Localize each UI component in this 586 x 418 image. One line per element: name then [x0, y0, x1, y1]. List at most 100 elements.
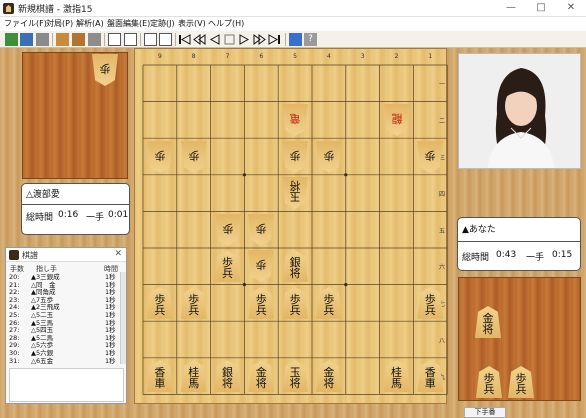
- shogi-piece[interactable]: 銀将: [282, 250, 309, 283]
- shogi-piece[interactable]: 金将: [475, 306, 501, 338]
- forward-ten-icon[interactable]: [253, 33, 266, 46]
- board-grid-icon[interactable]: [144, 33, 157, 46]
- shogi-piece[interactable]: 玉将: [282, 177, 308, 209]
- shogi-piece[interactable]: 歩兵: [248, 286, 275, 319]
- rank-label: 八: [438, 337, 445, 345]
- shogi-piece[interactable]: 歩兵: [214, 250, 241, 283]
- board-icon[interactable]: [56, 33, 69, 46]
- shogi-piece[interactable]: 歩兵: [476, 366, 502, 398]
- shogi-piece[interactable]: 歩: [181, 141, 207, 173]
- sente-player-panel: ▲あなた 総時間 0:43 一手 0:15: [457, 217, 581, 271]
- file-label: 6: [259, 53, 264, 60]
- status-button[interactable]: 下手番: [464, 407, 506, 418]
- sente-player-name: ▲あなた: [462, 225, 496, 235]
- shogi-piece[interactable]: 歩兵: [417, 286, 444, 319]
- menu-help[interactable]: ヘルプ(H): [208, 18, 244, 29]
- piece-char: 兵: [323, 303, 335, 317]
- save-file-icon[interactable]: [20, 33, 33, 46]
- book-alt-icon[interactable]: [124, 33, 137, 46]
- kifu-title-bar: 棋譜 ✕: [6, 248, 126, 262]
- menu-joseki[interactable]: 定跡(J): [150, 18, 175, 29]
- shogi-piece[interactable]: 金将: [315, 360, 342, 393]
- piece-char: 歩: [188, 148, 200, 162]
- shogi-piece[interactable]: 歩: [248, 214, 274, 246]
- book-icon[interactable]: [108, 33, 121, 46]
- menu-view[interactable]: 表示(V): [178, 18, 206, 29]
- piece-char: 兵: [424, 303, 436, 317]
- piece-char: 車: [154, 377, 166, 391]
- menu-file[interactable]: ファイル(F): [4, 18, 47, 29]
- panel-divider: [22, 204, 129, 205]
- shogi-piece[interactable]: 歩: [92, 54, 118, 86]
- sente-time-move: 0:15: [552, 250, 573, 260]
- shogi-piece[interactable]: 歩: [248, 250, 274, 282]
- board-grid-alt-icon[interactable]: [159, 33, 172, 46]
- file-label: 8: [191, 53, 196, 60]
- comment-box[interactable]: [9, 368, 124, 402]
- shogi-piece[interactable]: 歩兵: [508, 366, 534, 398]
- piece-char: 竜: [289, 111, 301, 125]
- close-button[interactable]: ✕: [556, 0, 586, 16]
- shogi-piece[interactable]: 桂馬: [180, 360, 207, 393]
- forward-one-icon[interactable]: [238, 33, 251, 46]
- back-ten-icon[interactable]: [193, 33, 206, 46]
- gray-square-icon[interactable]: [88, 33, 101, 46]
- back-one-icon[interactable]: [208, 33, 221, 46]
- menu-play[interactable]: 対局(P): [46, 18, 73, 29]
- shogi-piece[interactable]: 竜: [282, 104, 308, 136]
- kifu-time: 1秒: [105, 356, 116, 365]
- shogi-piece[interactable]: 歩兵: [146, 286, 173, 319]
- shogi-piece[interactable]: 歩: [282, 141, 308, 173]
- shogi-piece[interactable]: 歩: [215, 214, 241, 246]
- kifu-row[interactable]: 31: △6五金 1秒: [9, 357, 119, 365]
- shogi-piece[interactable]: 歩: [316, 141, 342, 173]
- rank-label: 六: [438, 264, 445, 272]
- maximize-button[interactable]: □: [526, 0, 556, 16]
- shogi-piece[interactable]: 歩兵: [282, 286, 309, 319]
- shogi-piece[interactable]: 銀将: [214, 360, 241, 393]
- pause-icon[interactable]: [223, 33, 236, 46]
- piece-char: 将: [289, 179, 301, 193]
- piece-char: 兵: [188, 303, 200, 317]
- shogi-piece[interactable]: 歩兵: [180, 286, 207, 319]
- piece-char: 兵: [154, 303, 166, 317]
- shogi-piece[interactable]: 金将: [248, 360, 275, 393]
- toolbar-separator: [175, 33, 176, 46]
- piece-char: 兵: [289, 303, 301, 317]
- gote-time-move: 0:01: [108, 210, 129, 220]
- file-label: 3: [360, 53, 365, 60]
- shogi-piece[interactable]: 歩兵: [315, 286, 342, 319]
- shogi-piece[interactable]: 歩: [147, 141, 173, 173]
- shogi-board[interactable]: 987654321一二三四五六七八九 竜龍歩歩歩歩歩玉将歩歩歩兵歩銀将歩兵歩兵歩…: [134, 48, 448, 404]
- print-icon[interactable]: [36, 33, 49, 46]
- help-icon[interactable]: ?: [304, 33, 317, 46]
- menu-analysis[interactable]: 解析(A): [76, 18, 104, 29]
- shogi-piece[interactable]: 龍: [384, 104, 410, 136]
- shogi-piece[interactable]: 香車: [417, 360, 444, 393]
- menu-edit[interactable]: 盤面編集(E): [107, 18, 150, 29]
- gote-time-label: 総時間: [26, 213, 54, 223]
- piece-char: 歩: [99, 62, 111, 75]
- panel-divider: [458, 241, 580, 242]
- last-move-icon[interactable]: [268, 33, 281, 46]
- star-point: [242, 283, 246, 287]
- shogi-piece[interactable]: 玉将: [282, 360, 309, 393]
- kifu-title: 棋譜: [22, 251, 38, 260]
- blue-square-icon[interactable]: [289, 33, 302, 46]
- piece-char: 兵: [483, 383, 495, 396]
- minimize-button[interactable]: —: [496, 0, 526, 16]
- piece-char: 歩: [255, 258, 267, 272]
- shogi-piece[interactable]: 香車: [146, 360, 173, 393]
- board-alt-icon[interactable]: [72, 33, 85, 46]
- kifu-close-button[interactable]: ✕: [114, 249, 122, 259]
- piece-char: 歩: [154, 148, 166, 162]
- shogi-piece[interactable]: 桂馬: [383, 360, 410, 393]
- file-label: 4: [326, 53, 331, 60]
- gote-time-sep: 一手: [86, 213, 105, 223]
- shogi-piece[interactable]: 歩: [417, 141, 443, 173]
- sente-time-total: 0:43: [496, 250, 517, 260]
- first-move-icon[interactable]: [178, 33, 191, 46]
- file-label: 5: [293, 53, 297, 60]
- open-file-icon[interactable]: [5, 33, 18, 46]
- kifu-scrollbar[interactable]: [120, 272, 126, 364]
